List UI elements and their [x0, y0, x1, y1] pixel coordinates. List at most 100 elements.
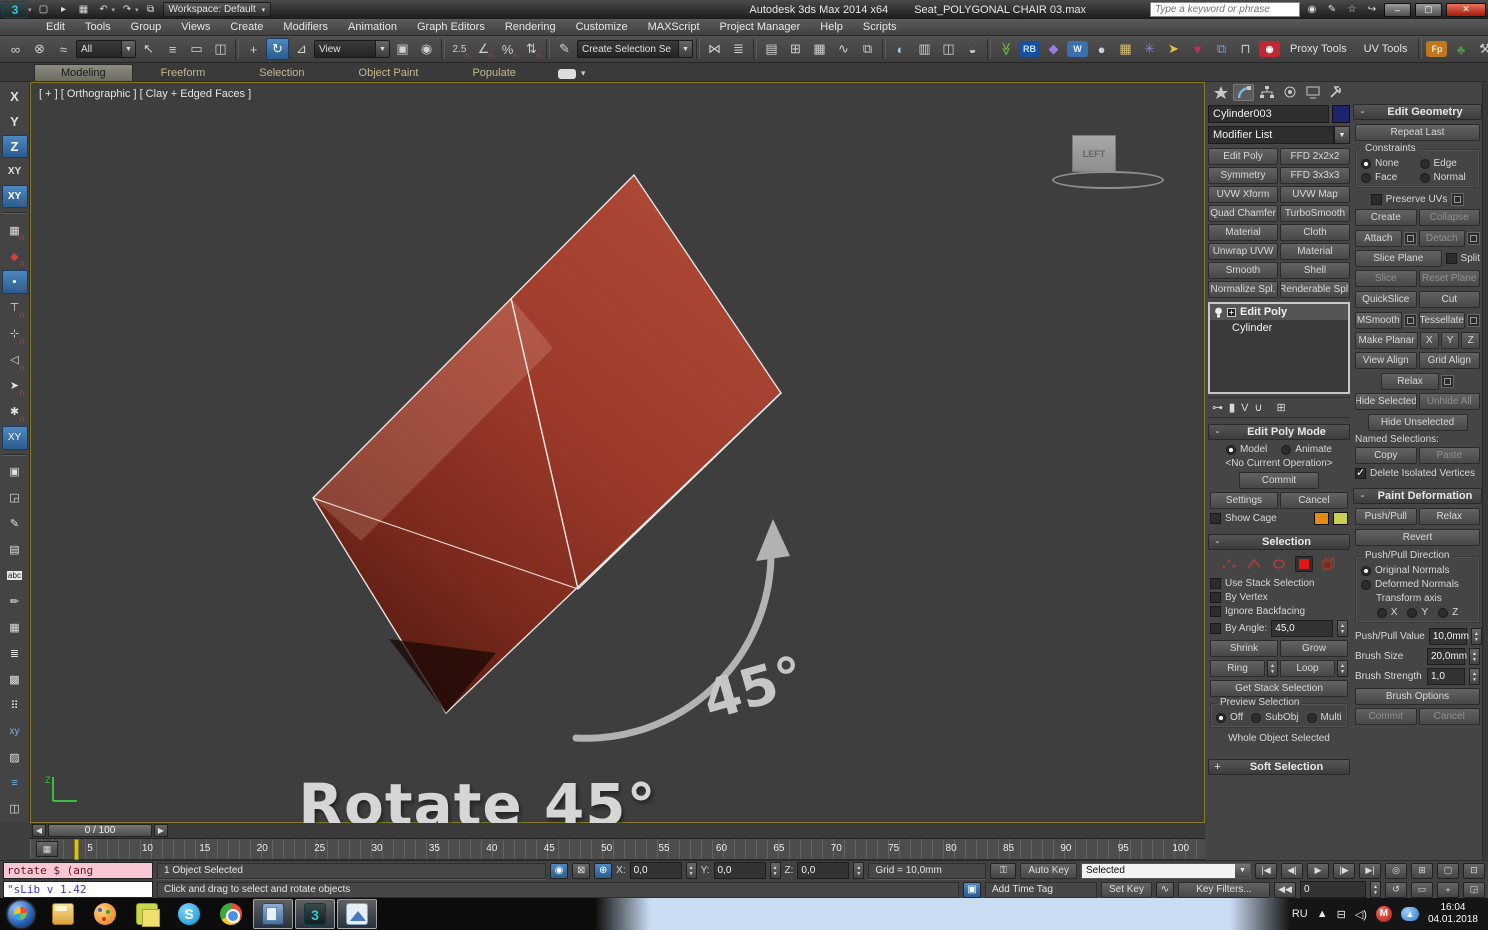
- help-search-input[interactable]: [1150, 2, 1300, 17]
- time-tag-icon[interactable]: ▣: [963, 882, 981, 898]
- hide-unselected-button[interactable]: Hide Unselected: [1368, 414, 1468, 431]
- railclone-icon[interactable]: RB: [1018, 38, 1041, 60]
- ribbon-tab-object-paint[interactable]: Object Paint: [333, 65, 445, 81]
- reset-plane-button[interactable]: Reset Plane: [1419, 270, 1481, 287]
- brush-tool-icon[interactable]: ✏: [2, 589, 28, 613]
- delete-isolated-vertices-row[interactable]: Delete Isolated Vertices: [1355, 468, 1480, 479]
- start-button[interactable]: [1, 899, 41, 929]
- unlink-selection-icon[interactable]: ⊗: [28, 38, 51, 60]
- trees-plugin-icon[interactable]: ♣: [1449, 38, 1472, 60]
- menu-modifiers[interactable]: Modifiers: [273, 19, 338, 35]
- restrict-z-button[interactable]: Z: [2, 135, 28, 158]
- snaps-toggle-icon[interactable]: 2.5∩: [448, 38, 471, 60]
- select-and-manipulate-icon[interactable]: ◉: [415, 38, 438, 60]
- lines-tool-icon[interactable]: ≣: [2, 641, 28, 665]
- render-production-icon[interactable]: ◒: [961, 38, 984, 60]
- schematic-view-icon[interactable]: ⧉: [856, 38, 879, 60]
- maxscript-listener-red[interactable]: rotate $ (ang: [3, 862, 153, 879]
- spinner-snap-icon[interactable]: ⇅∩: [520, 38, 543, 60]
- tools-plugin-icon[interactable]: ⚒: [1473, 38, 1488, 60]
- ribbon-tab-modeling[interactable]: Modeling: [34, 64, 133, 81]
- unhide-all-button[interactable]: Unhide All: [1419, 393, 1481, 410]
- show-cage-checkbox[interactable]: [1210, 513, 1221, 524]
- cage-selected-color-swatch[interactable]: [1333, 512, 1348, 525]
- menu-rendering[interactable]: Rendering: [495, 19, 566, 35]
- current-frame-field[interactable]: 0: [1300, 881, 1366, 898]
- tab-hierarchy-icon[interactable]: [1256, 84, 1277, 101]
- select-object-icon[interactable]: ↖: [137, 38, 160, 60]
- modifier-button-edit-poly[interactable]: Edit Poly: [1208, 148, 1278, 165]
- abc-tool-icon[interactable]: abc: [2, 563, 28, 587]
- shrink-button[interactable]: Shrink: [1210, 640, 1278, 657]
- xy-snap-icon[interactable]: XY: [2, 426, 28, 450]
- selection-header[interactable]: -Selection: [1208, 534, 1350, 550]
- modifier-button-shell[interactable]: Shell: [1280, 262, 1350, 279]
- percent-snap-icon[interactable]: %∩: [496, 38, 519, 60]
- current-frame-marker[interactable]: [74, 839, 79, 860]
- repeat-last-button[interactable]: Repeat Last: [1355, 124, 1480, 141]
- restrict-y-button[interactable]: Y: [2, 110, 28, 133]
- zoom-region-icon[interactable]: ↺: [1385, 882, 1407, 898]
- brush-size-spinner[interactable]: ▲▼: [1469, 648, 1480, 665]
- tab-utilities-icon[interactable]: [1325, 84, 1346, 101]
- by-angle-field[interactable]: 45,0: [1271, 620, 1333, 637]
- mediaget-tray-icon[interactable]: M: [1376, 906, 1392, 922]
- scatter-plugin-icon[interactable]: ✳: [1138, 38, 1161, 60]
- modifier-button-material[interactable]: Material: [1208, 224, 1278, 241]
- cancel-operation-button[interactable]: Cancel: [1280, 492, 1348, 509]
- deformed-normals-radio[interactable]: Deformed Normals: [1361, 579, 1474, 590]
- preview-off-radio[interactable]: Off: [1216, 712, 1243, 723]
- cage-color-swatch[interactable]: [1314, 512, 1329, 525]
- relax-button[interactable]: Relax: [1381, 373, 1439, 390]
- viewcube[interactable]: LEFT: [1072, 135, 1116, 172]
- restrict-xy-button[interactable]: XY: [2, 160, 28, 183]
- msmooth-button[interactable]: MSmooth: [1355, 312, 1402, 329]
- split-checkbox[interactable]: [1446, 253, 1457, 264]
- cards-plugin-icon[interactable]: ⧉: [1210, 38, 1233, 60]
- modifier-list-arrow-icon[interactable]: ▼: [1334, 126, 1350, 144]
- select-by-name-icon[interactable]: ≡: [161, 38, 184, 60]
- border-subobject-icon[interactable]: [1270, 556, 1288, 572]
- taskbar-skype-icon[interactable]: [169, 899, 209, 929]
- snap-xy-button[interactable]: XY∩: [2, 185, 28, 208]
- detach-button[interactable]: Detach: [1419, 230, 1466, 247]
- modifier-button-cloth[interactable]: Cloth: [1280, 224, 1350, 241]
- configure-modifier-sets-icon[interactable]: ⊞: [1276, 401, 1285, 414]
- view-align-button[interactable]: View Align: [1355, 352, 1417, 369]
- modifier-button-material[interactable]: Material: [1280, 243, 1350, 260]
- edit-selection-sets-icon[interactable]: ✎: [553, 38, 576, 60]
- modifier-button-ffd-2x2x2[interactable]: FFD 2x2x2: [1280, 148, 1350, 165]
- attach-settings-icon[interactable]: [1404, 232, 1417, 245]
- next-key-button[interactable]: |▶: [1333, 863, 1355, 879]
- detach-settings-icon[interactable]: [1467, 232, 1480, 245]
- make-planar-button[interactable]: Make Planar: [1355, 332, 1418, 349]
- save-file-icon[interactable]: ▦: [76, 3, 92, 17]
- 3dsmax-logo-icon[interactable]: 3: [2, 1, 28, 18]
- midpoint-snap-icon[interactable]: ⊹∩: [2, 322, 28, 346]
- tessellate-settings-icon[interactable]: [1467, 314, 1480, 327]
- camera-tool-icon[interactable]: ▣: [2, 460, 28, 484]
- slice-button[interactable]: Slice: [1355, 270, 1417, 287]
- maxscript-listener-white[interactable]: "sLib v 1.42: [3, 881, 153, 898]
- by-angle-row[interactable]: By Angle: 45,0 ▲▼: [1210, 620, 1348, 637]
- restrict-x-button[interactable]: X: [2, 85, 28, 108]
- brush-strength-spinner[interactable]: ▲▼: [1469, 668, 1480, 685]
- selected-dropdown[interactable]: Selected▼: [1081, 863, 1251, 879]
- face-snap-icon[interactable]: ➤∩: [2, 374, 28, 398]
- bind-to-space-warp-icon[interactable]: ≈: [52, 38, 75, 60]
- menu-maxscript[interactable]: MAXScript: [638, 19, 710, 35]
- vray-toolbar-icon[interactable]: ≫: [994, 38, 1017, 60]
- paint-deformation-header[interactable]: -Paint Deformation: [1353, 488, 1482, 504]
- named-selection-sets-dropdown[interactable]: Create Selection Se▼: [577, 40, 693, 58]
- select-and-scale-icon[interactable]: ⊿: [290, 38, 313, 60]
- cut-button[interactable]: Cut: [1419, 291, 1481, 308]
- stack-item-edit-poly[interactable]: + Edit Poly: [1210, 304, 1348, 320]
- workspace-dropdown[interactable]: Workspace: Default▾: [163, 2, 272, 17]
- project-folder-icon[interactable]: ⧉: [143, 3, 159, 17]
- taskbar-explorer-icon[interactable]: [43, 899, 83, 929]
- edit-geometry-header[interactable]: -Edit Geometry: [1353, 104, 1482, 120]
- use-pivot-center-icon[interactable]: ▣: [391, 38, 414, 60]
- pivot-snap-icon[interactable]: ◆∩: [2, 244, 28, 268]
- polygon-subobject-icon[interactable]: [1295, 556, 1313, 572]
- modifier-button-unwrap-uvw[interactable]: Unwrap UVW: [1208, 243, 1278, 260]
